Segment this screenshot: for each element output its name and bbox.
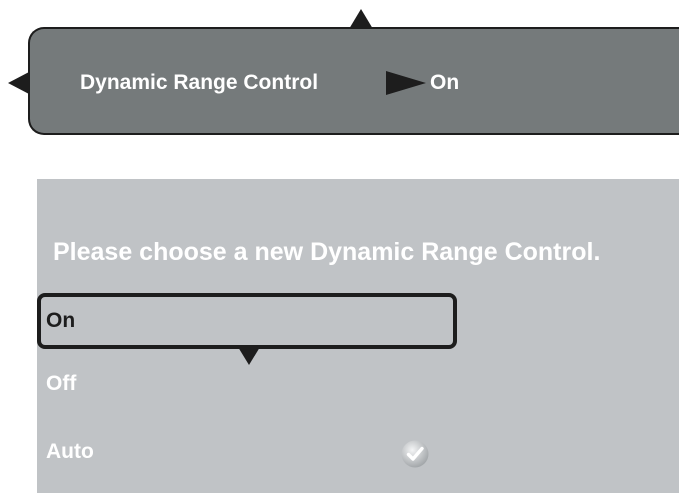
- option-on[interactable]: On: [46, 309, 75, 333]
- option-highlight-frame[interactable]: [37, 293, 457, 349]
- arrow-up-icon[interactable]: [349, 9, 373, 29]
- option-off[interactable]: Off: [46, 372, 76, 396]
- option-auto[interactable]: Auto: [46, 440, 94, 464]
- arrow-down-icon[interactable]: [238, 347, 260, 365]
- check-icon: [401, 440, 429, 468]
- screen: Dynamic Range Control On Please choose a…: [0, 0, 679, 493]
- arrow-right-icon: [386, 71, 426, 95]
- setting-name: Dynamic Range Control: [80, 71, 319, 94]
- setting-value: On: [430, 71, 460, 94]
- arrow-left-icon[interactable]: [8, 72, 29, 94]
- panel-prompt: Please choose a new Dynamic Range Contro…: [53, 238, 601, 266]
